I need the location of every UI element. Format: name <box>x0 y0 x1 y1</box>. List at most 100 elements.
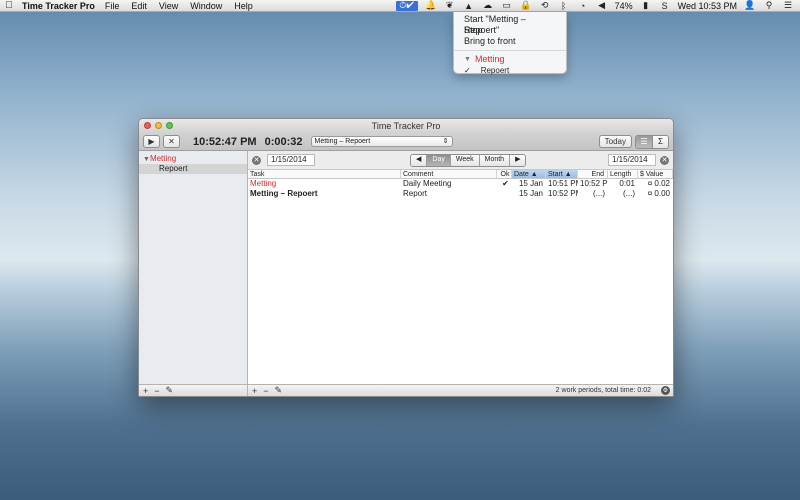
column-start[interactable]: Start ▲ <box>546 170 578 178</box>
menu-group-metting: ▼ Metting <box>454 54 566 65</box>
from-date-field[interactable]: 1/15/2014 <box>267 154 315 166</box>
today-button[interactable]: Today <box>598 135 632 148</box>
leaf-icon[interactable]: ❦ <box>444 0 456 11</box>
list-view-button[interactable]: ☰ <box>636 135 652 148</box>
date-filter-bar: ✕ 1/15/2014 ◀ Day Week Month ▶ 1/15/2014… <box>248 151 673 170</box>
s-icon[interactable]: S <box>659 1 671 11</box>
table-header: Task Comment Ok Date ▲ Start ▲ End Lengt… <box>248 170 673 179</box>
range-month-button[interactable]: Month <box>478 154 510 166</box>
hdd-icon[interactable]: ▭ <box>501 0 513 11</box>
project-sidebar: ▼Metting Repoert + − ✎ <box>139 151 248 396</box>
stop-button[interactable]: ✕ <box>163 135 180 148</box>
volume-icon[interactable]: ◀ <box>596 0 608 11</box>
apple-icon[interactable]:  <box>0 0 18 11</box>
battery-icon[interactable]: ▮ <box>640 0 652 11</box>
add-project-button[interactable]: + <box>143 386 148 396</box>
wifi-icon[interactable]: ◔ <box>577 1 589 11</box>
app-menu[interactable]: Time Tracker Pro <box>22 1 95 11</box>
updown-arrows-icon: ⇕ <box>442 138 449 145</box>
bluetooth-icon[interactable]: ᛒ <box>558 1 570 11</box>
table-row[interactable]: Metting – Repoert Report 15 Jan 10:52 PM… <box>248 189 673 199</box>
sub-item-label: Repoert <box>480 66 510 75</box>
column-end[interactable]: End <box>578 170 608 178</box>
cell-date: 15 Jan <box>518 179 543 188</box>
cell-comment: Report <box>403 189 428 198</box>
work-periods-panel: ✕ 1/15/2014 ◀ Day Week Month ▶ 1/15/2014… <box>248 151 673 396</box>
range-day-button[interactable]: Day <box>426 154 450 166</box>
minimize-window-button[interactable] <box>155 122 162 129</box>
cell-task: Metting – Repoert <box>250 189 318 198</box>
battery-percent: 74% <box>614 0 633 11</box>
menu-item-stop[interactable]: Stop <box>454 25 566 36</box>
window-title: Time Tracker Pro <box>371 121 441 131</box>
menu-item-start[interactable]: Start "Metting – Repoert" <box>454 14 566 35</box>
spotlight-icon[interactable]: ⚲ <box>763 0 775 11</box>
sidebar-footer: + − ✎ <box>139 384 247 396</box>
cell-start: 10:51 PM <box>548 179 578 188</box>
time-machine-icon[interactable]: ⟲ <box>539 0 551 11</box>
disclosure-triangle-icon[interactable]: ▼ <box>143 156 150 163</box>
menu-help[interactable]: Help <box>234 1 253 11</box>
lock-icon[interactable]: 🔒 <box>520 0 532 11</box>
menu-item-repoert[interactable]: ✓ Repoert <box>454 65 566 76</box>
clear-from-date-button[interactable]: ✕ <box>252 155 261 165</box>
column-value[interactable]: $ Value <box>638 170 673 178</box>
cell-task: Metting <box>250 179 277 188</box>
column-ok[interactable]: Ok <box>497 170 512 178</box>
notification-center-icon[interactable]: ☰ <box>782 0 794 11</box>
to-date-field[interactable]: 1/15/2014 <box>608 154 656 166</box>
menu-bar:  Time Tracker Pro File Edit View Window… <box>0 0 800 12</box>
zoom-window-button[interactable] <box>166 122 173 129</box>
next-period-button[interactable]: ▶ <box>509 154 526 166</box>
menubar-clock[interactable]: Wed 10:53 PM <box>678 1 737 11</box>
column-date[interactable]: Date ▲ <box>512 170 546 178</box>
column-task[interactable]: Task <box>248 170 401 178</box>
hat-icon[interactable]: ▲ <box>463 1 475 11</box>
clear-to-date-button[interactable]: ✕ <box>660 155 669 165</box>
sum-view-button[interactable]: Σ <box>652 135 668 148</box>
menu-file[interactable]: File <box>105 1 120 11</box>
sidebar-item-repoert[interactable]: Repoert <box>139 164 247 174</box>
cell-end: 10:52 PM <box>580 179 608 188</box>
cell-length: (...) <box>623 189 635 198</box>
task-select[interactable]: Metting – Repoert ⇕ <box>310 136 453 147</box>
toolbar: ▶ ✕ 10:52:47 PM 0:00:32 Metting – Repoer… <box>139 133 673 151</box>
cell-start: 10:52 PM <box>548 189 578 198</box>
menu-item-bring-to-front[interactable]: Bring to front <box>454 36 566 47</box>
menu-separator <box>454 50 566 51</box>
menu-edit[interactable]: Edit <box>131 1 147 11</box>
prev-period-button[interactable]: ◀ <box>411 154 427 166</box>
main-window: Time Tracker Pro ▶ ✕ 10:52:47 PM 0:00:32… <box>138 118 674 397</box>
user-icon[interactable]: 👤 <box>744 0 756 11</box>
menu-window[interactable]: Window <box>190 1 222 11</box>
disclosure-triangle-icon: ▼ <box>464 56 471 63</box>
settings-gear-icon[interactable]: ⚙ <box>661 386 670 395</box>
title-bar[interactable]: Time Tracker Pro <box>139 119 673 133</box>
table-footer: + − ✎ 2 work periods, total time: 0:02 ⚙ <box>248 384 673 396</box>
column-length[interactable]: Length <box>608 170 638 178</box>
cell-length: 0:01 <box>619 179 635 188</box>
time-tracker-status-icon[interactable]: ⏱✔ <box>395 0 418 11</box>
remove-period-button[interactable]: − <box>263 386 268 396</box>
edit-period-button[interactable]: ✎ <box>275 385 283 396</box>
cell-value: ¤ 0.02 <box>647 179 670 188</box>
table-row[interactable]: Metting Daily Meeting ✔ 15 Jan 10:51 PM … <box>248 179 673 189</box>
menu-view[interactable]: View <box>159 1 178 11</box>
sidebar-item-metting[interactable]: ▼Metting <box>139 154 247 164</box>
view-switch: ☰ Σ <box>635 134 669 149</box>
cell-ok-checkmark[interactable] <box>497 189 512 199</box>
edit-project-button[interactable]: ✎ <box>166 385 174 396</box>
column-comment[interactable]: Comment <box>401 170 497 178</box>
summary-status: 2 work periods, total time: 0:02 <box>555 387 651 394</box>
bell-icon[interactable]: 🔔 <box>425 0 437 11</box>
range-week-button[interactable]: Week <box>449 154 479 166</box>
remove-project-button[interactable]: − <box>154 386 159 396</box>
add-period-button[interactable]: + <box>252 386 257 396</box>
elapsed-time: 0:00:32 <box>264 135 303 148</box>
task-select-value: Metting – Repoert <box>314 138 371 145</box>
close-window-button[interactable] <box>144 122 151 129</box>
cloud-icon[interactable]: ☁ <box>482 0 494 11</box>
start-button[interactable]: ▶ <box>143 135 160 148</box>
group-label: Metting <box>474 54 505 64</box>
cell-ok-checkmark[interactable]: ✔ <box>497 179 512 189</box>
